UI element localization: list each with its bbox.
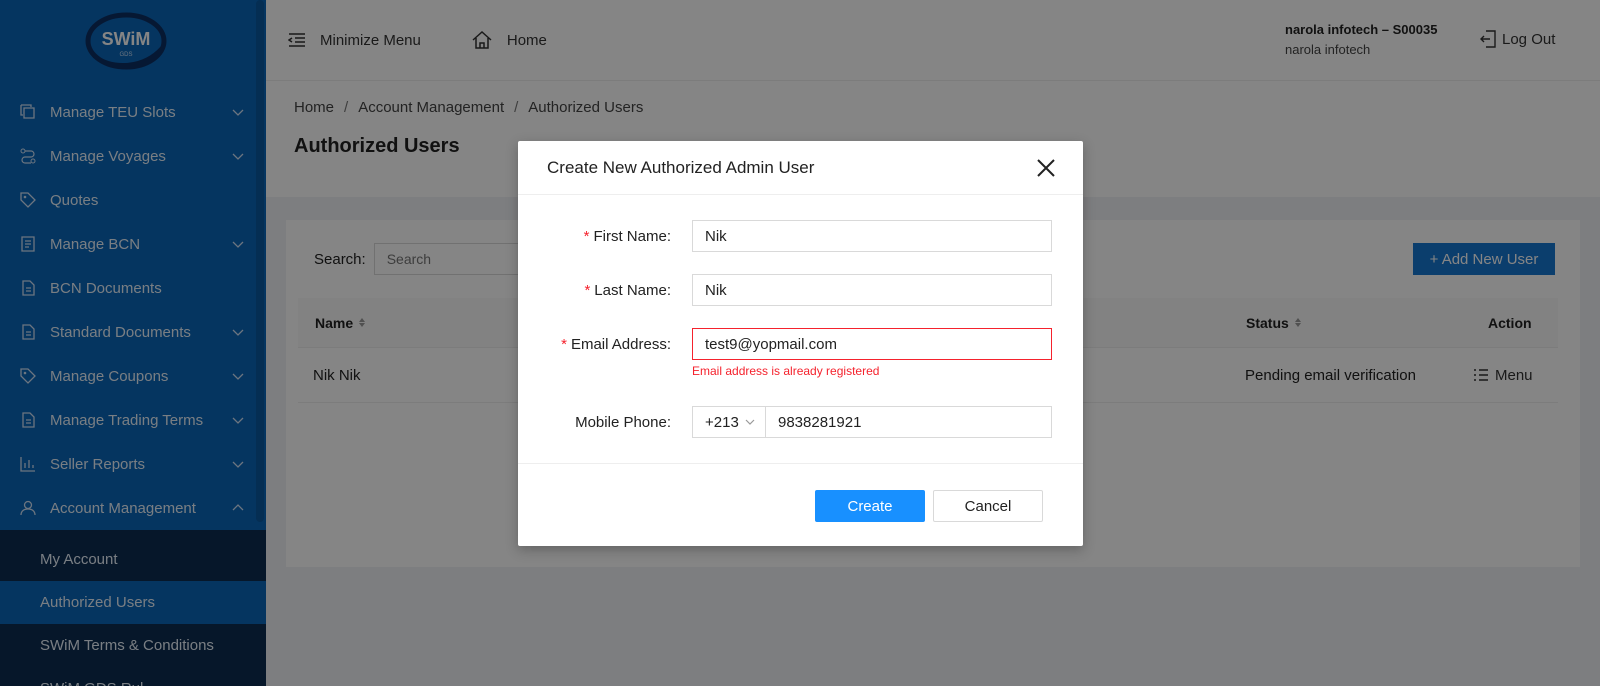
last-name-row: * Last Name: — [518, 274, 1083, 306]
first-name-input[interactable] — [692, 220, 1052, 252]
email-row: * Email Address: — [518, 328, 1083, 360]
modal-title: Create New Authorized Admin User — [547, 157, 815, 177]
country-code-value: +213 — [705, 413, 739, 431]
phone-input[interactable] — [765, 406, 1052, 438]
email-label: * Email Address: — [561, 335, 671, 353]
phone-label: Mobile Phone: — [575, 413, 671, 431]
cancel-button[interactable]: Cancel — [933, 490, 1043, 522]
modal-footer: Create Cancel — [518, 463, 1083, 546]
close-icon[interactable] — [1035, 157, 1057, 179]
phone-row: Mobile Phone: +213 — [518, 406, 1083, 438]
first-name-label: * First Name: — [583, 227, 671, 245]
create-button[interactable]: Create — [815, 490, 925, 522]
first-name-row: * First Name: — [518, 220, 1083, 252]
create-user-modal: Create New Authorized Admin User * First … — [518, 141, 1083, 546]
country-code-select[interactable]: +213 — [692, 406, 766, 438]
last-name-label: * Last Name: — [584, 281, 671, 299]
email-input[interactable] — [692, 328, 1052, 360]
email-error-message: Email address is already registered — [692, 364, 880, 378]
last-name-input[interactable] — [692, 274, 1052, 306]
modal-header: Create New Authorized Admin User — [518, 141, 1083, 195]
chevron-down-icon — [745, 419, 755, 425]
